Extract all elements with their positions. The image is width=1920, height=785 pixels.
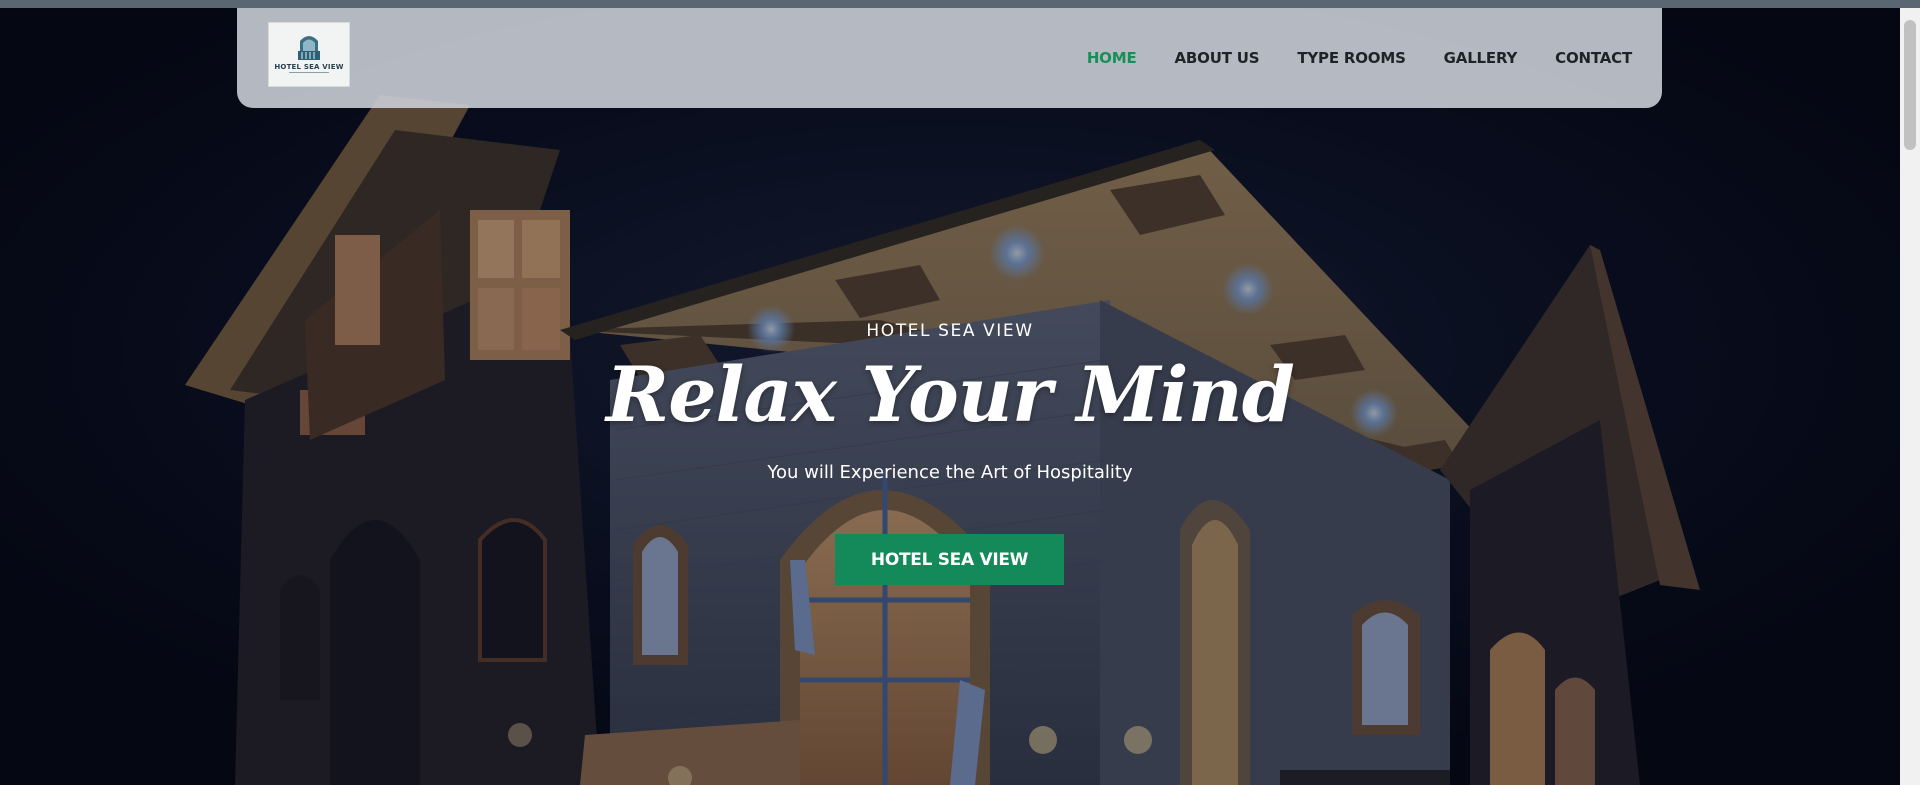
logo[interactable]: HOTEL SEA VIEW (268, 22, 350, 87)
main-nav: HOME ABOUT US TYPE ROOMS GALLERY CONTACT (1087, 8, 1632, 108)
nav-contact[interactable]: CONTACT (1555, 49, 1632, 67)
nav-type-rooms[interactable]: TYPE ROOMS (1297, 49, 1406, 67)
hero-subtitle: You will Experience the Art of Hospitali… (767, 462, 1133, 483)
hero: HOTEL SEA VIEW Relax Your Mind You will … (0, 0, 1900, 785)
nav-gallery[interactable]: GALLERY (1444, 49, 1518, 67)
page: HOTEL SEA VIEW HOME ABOUT US TYPE ROOMS … (0, 0, 1920, 785)
hero-cta-button[interactable]: HOTEL SEA VIEW (835, 534, 1064, 585)
hero-eyebrow: HOTEL SEA VIEW (866, 321, 1034, 341)
navbar: HOTEL SEA VIEW HOME ABOUT US TYPE ROOMS … (237, 8, 1662, 108)
scrollbar-thumb[interactable] (1904, 20, 1916, 150)
nav-home[interactable]: HOME (1087, 49, 1137, 67)
building-icon (289, 36, 329, 73)
page-scrollbar[interactable] (1900, 8, 1920, 785)
nav-about-us[interactable]: ABOUT US (1175, 49, 1260, 67)
logo-text: HOTEL SEA VIEW (274, 63, 344, 71)
hero-headline: Relax Your Mind (606, 350, 1295, 439)
